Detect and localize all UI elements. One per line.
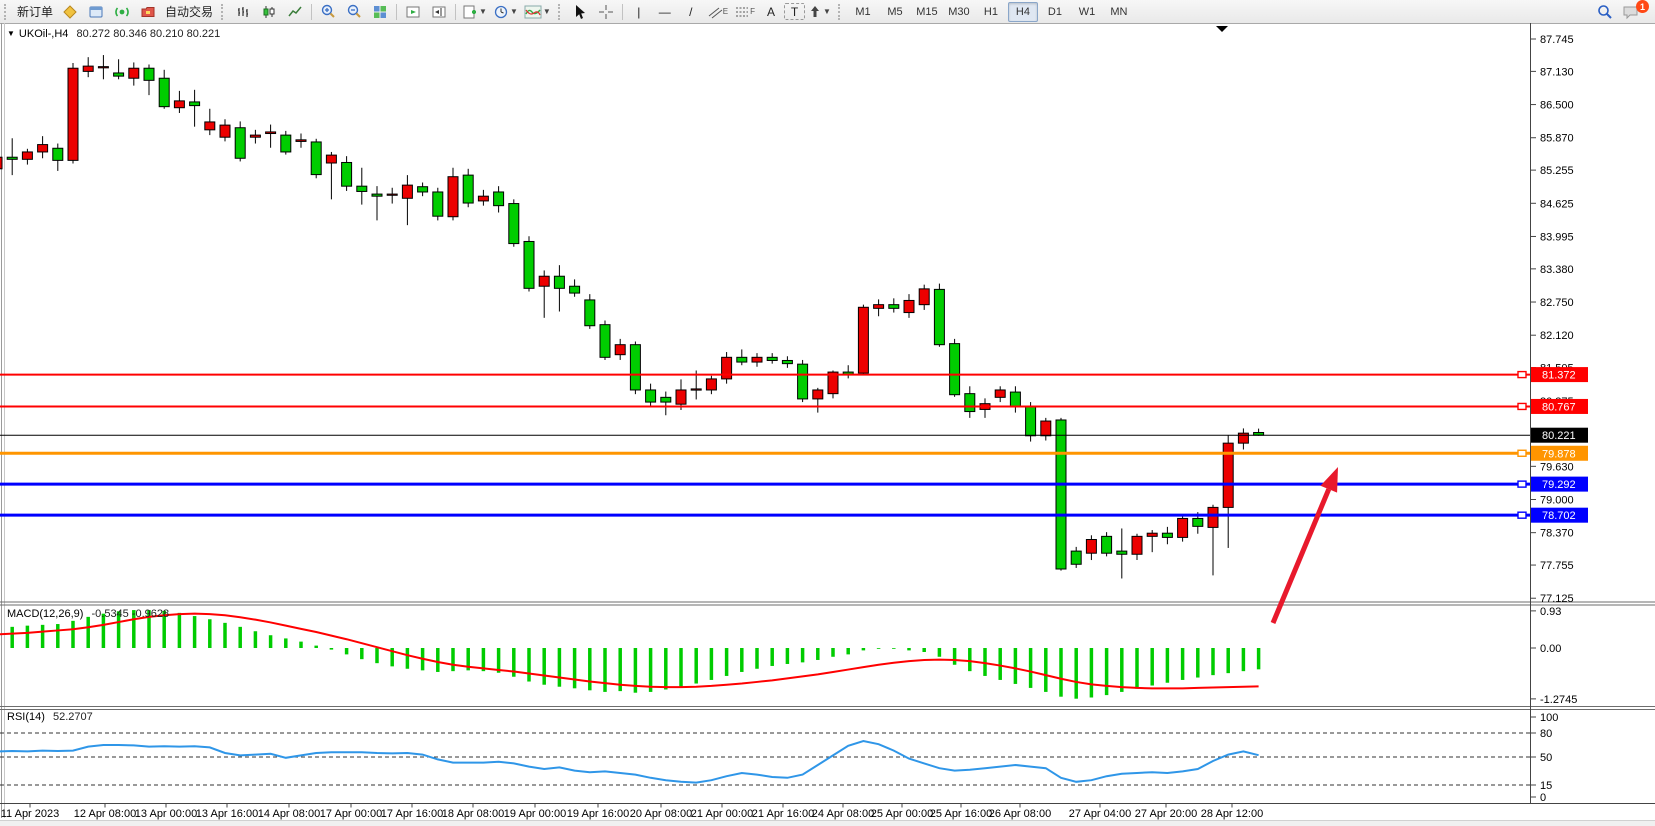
horizontal-level-line[interactable]: 78.702 <box>0 508 1588 523</box>
horizontal-level-line[interactable]: 79.292 <box>0 477 1588 492</box>
svg-text:13 Apr 16:00: 13 Apr 16:00 <box>196 808 258 820</box>
svg-text:100: 100 <box>1540 712 1558 724</box>
chart-canvas[interactable]: 87.745 87.130 86.500 85.870 85.255 84.625 83.9… <box>0 0 1655 826</box>
svg-text:79.630: 79.630 <box>1540 461 1574 473</box>
macd-pane: 0.93 0.00 -1.2745 <box>0 606 1577 706</box>
svg-text:82.750: 82.750 <box>1540 297 1574 309</box>
svg-text:78.702: 78.702 <box>1542 510 1576 522</box>
svg-text:25 Apr 16:00: 25 Apr 16:00 <box>930 808 992 820</box>
svg-text:19 Apr 00:00: 19 Apr 00:00 <box>504 808 566 820</box>
svg-text:11 Apr 2023: 11 Apr 2023 <box>1 808 60 820</box>
ohlc-values: 80.272 80.346 80.210 80.221 <box>77 28 221 40</box>
svg-text:87.130: 87.130 <box>1540 66 1574 78</box>
svg-text:79.878: 79.878 <box>1542 448 1576 460</box>
macd-values: -0.5345 -0.9628 <box>91 608 169 620</box>
svg-text:0.93: 0.93 <box>1540 606 1561 618</box>
svg-text:-1.2745: -1.2745 <box>1540 694 1577 706</box>
symbol-period-label: UKOil-,H4 <box>19 28 69 40</box>
svg-text:0: 0 <box>1540 792 1546 804</box>
svg-text:27 Apr 04:00: 27 Apr 04:00 <box>1069 808 1131 820</box>
svg-text:17 Apr 16:00: 17 Apr 16:00 <box>381 808 443 820</box>
svg-text:24 Apr 08:00: 24 Apr 08:00 <box>812 808 874 820</box>
svg-text:15: 15 <box>1540 780 1552 792</box>
svg-text:86.500: 86.500 <box>1540 100 1574 112</box>
svg-text:77.755: 77.755 <box>1540 560 1574 572</box>
svg-text:50: 50 <box>1540 752 1552 764</box>
horizontal-level-line[interactable]: 80.767 <box>0 399 1588 414</box>
svg-text:77.125: 77.125 <box>1540 593 1574 605</box>
rsi-label: RSI(14) <box>7 711 45 723</box>
svg-text:80.221: 80.221 <box>1542 430 1576 442</box>
svg-text:18 Apr 08:00: 18 Apr 08:00 <box>442 808 504 820</box>
svg-text:20 Apr 08:00: 20 Apr 08:00 <box>630 808 692 820</box>
current-price-line[interactable]: 80.221 <box>0 428 1588 443</box>
svg-text:82.120: 82.120 <box>1540 330 1574 342</box>
chart-title: ▼ UKOil-,H4 80.272 80.346 80.210 80.221 <box>7 28 220 40</box>
chevron-down-icon[interactable]: ▼ <box>7 29 15 38</box>
svg-text:79.000: 79.000 <box>1540 494 1574 506</box>
svg-text:17 Apr 00:00: 17 Apr 00:00 <box>320 808 382 820</box>
window-bottom-edge <box>0 820 1655 826</box>
chart-shift-marker[interactable] <box>1216 26 1228 32</box>
trend-arrow-annotation[interactable] <box>1273 467 1338 623</box>
svg-text:79.292: 79.292 <box>1542 479 1576 491</box>
svg-text:26 Apr 08:00: 26 Apr 08:00 <box>989 808 1051 820</box>
rsi-value: 52.2707 <box>53 711 93 723</box>
svg-text:13 Apr 00:00: 13 Apr 00:00 <box>135 808 197 820</box>
svg-text:28 Apr 12:00: 28 Apr 12:00 <box>1201 808 1263 820</box>
svg-text:84.625: 84.625 <box>1540 198 1574 210</box>
svg-text:21 Apr 16:00: 21 Apr 16:00 <box>752 808 814 820</box>
svg-text:12 Apr 08:00: 12 Apr 08:00 <box>74 808 136 820</box>
rsi-pane: 100 80 50 150 <box>0 712 1558 804</box>
horizontal-level-line[interactable]: 79.878 <box>0 446 1588 461</box>
svg-text:80: 80 <box>1540 728 1552 740</box>
svg-text:25 Apr 00:00: 25 Apr 00:00 <box>871 808 933 820</box>
svg-text:0.00: 0.00 <box>1540 643 1561 655</box>
rsi-pane-label: RSI(14) 52.2707 <box>7 711 93 723</box>
svg-text:21 Apr 00:00: 21 Apr 00:00 <box>691 808 753 820</box>
svg-text:81.372: 81.372 <box>1542 370 1576 382</box>
terminal-window: 新订单 自动交易 ▼ ▼ ▼ | — / E F A T ▼ M1 M5 <box>0 0 1655 826</box>
svg-text:27 Apr 20:00: 27 Apr 20:00 <box>1135 808 1197 820</box>
svg-text:19 Apr 16:00: 19 Apr 16:00 <box>567 808 629 820</box>
macd-pane-label: MACD(12,26,9) -0.5345 -0.9628 <box>7 608 169 620</box>
svg-text:85.255: 85.255 <box>1540 165 1574 177</box>
macd-label: MACD(12,26,9) <box>7 608 83 620</box>
svg-text:80.767: 80.767 <box>1542 401 1576 413</box>
svg-text:87.745: 87.745 <box>1540 34 1574 46</box>
candles <box>0 55 1264 578</box>
time-axis: 11 Apr 2023 12 Apr 08:0013 Apr 00:0013 Ap… <box>1 804 1263 821</box>
horizontal-level-line[interactable]: 81.372 <box>0 367 1588 382</box>
svg-text:14 Apr 08:00: 14 Apr 08:00 <box>258 808 320 820</box>
svg-text:85.870: 85.870 <box>1540 133 1574 145</box>
svg-text:83.380: 83.380 <box>1540 264 1574 276</box>
svg-text:83.995: 83.995 <box>1540 231 1574 243</box>
svg-text:78.370: 78.370 <box>1540 528 1574 540</box>
